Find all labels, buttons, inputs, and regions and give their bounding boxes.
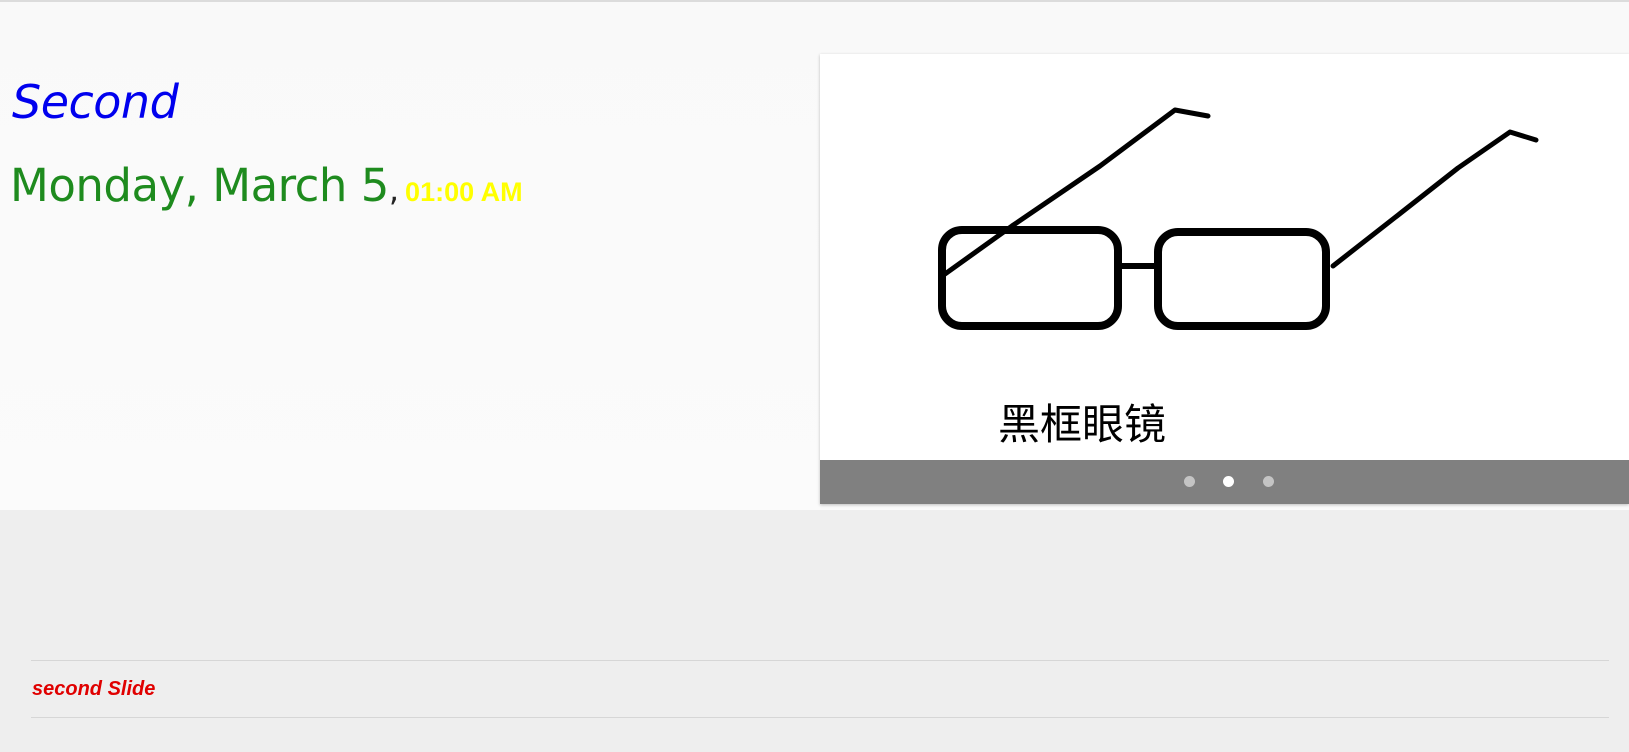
carousel-indicator-bar (820, 460, 1629, 504)
carousel-dot-2-active[interactable] (1223, 476, 1234, 487)
hero-section: Second Monday, March 5, 01:00 AM 黑框眼镜 (0, 2, 1629, 510)
date-separator: , (388, 171, 400, 209)
left-temple-line (942, 107, 1211, 277)
right-temple-line (1330, 129, 1539, 269)
carousel-dot-1[interactable] (1184, 476, 1195, 487)
time-text: 01:00 AM (405, 177, 523, 207)
glasses-icon (938, 107, 1539, 330)
image-carousel[interactable]: 黑框眼镜 (820, 54, 1629, 504)
footer-list: second Slide (31, 660, 1609, 718)
left-lens (938, 226, 1122, 330)
slide-title: Second (12, 75, 179, 129)
slide-caption: 黑框眼镜 (998, 400, 1167, 449)
carousel-dot-3[interactable] (1263, 476, 1274, 487)
list-item-second-slide[interactable]: second Slide (31, 661, 1609, 717)
right-lens (1154, 228, 1330, 330)
footer-divider-bottom (31, 717, 1609, 718)
date-text: Monday, March 5 (10, 159, 389, 212)
date-line: Monday, March 5, 01:00 AM (10, 156, 523, 216)
